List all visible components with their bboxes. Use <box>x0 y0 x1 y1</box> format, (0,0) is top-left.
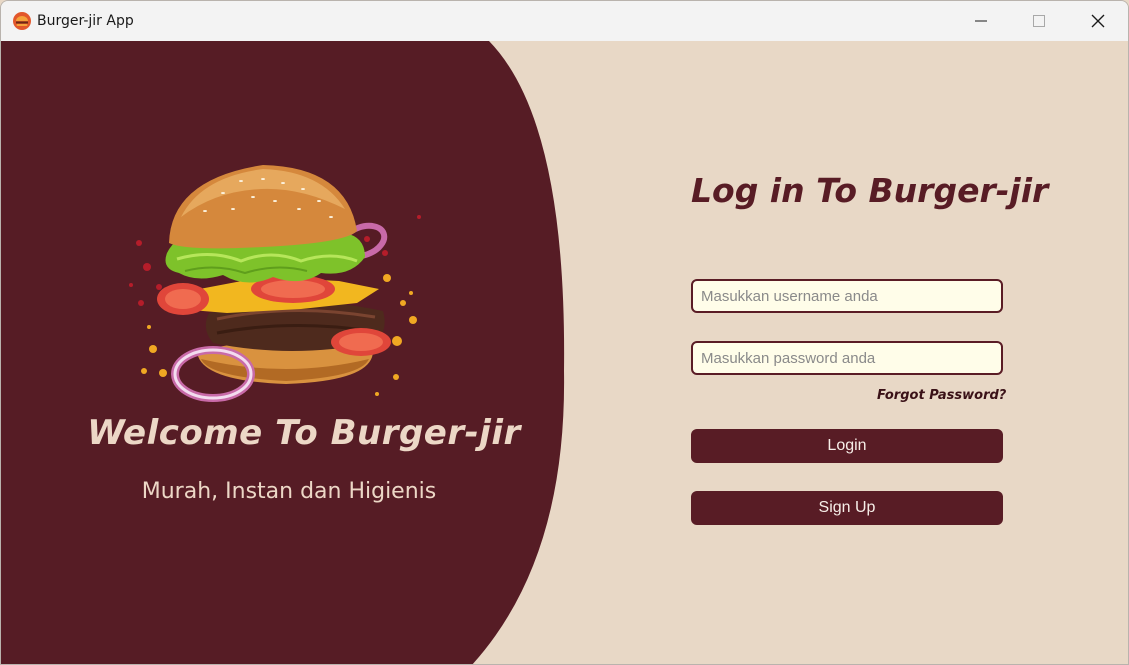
hero-subtitle: Murah, Instan dan Higienis <box>141 479 437 504</box>
window-title: Burger-jir App <box>37 13 134 29</box>
login-title: Log in To Burger-jir <box>691 171 1049 210</box>
login-button[interactable]: Login <box>691 429 1003 463</box>
maximize-button[interactable] <box>1010 1 1068 41</box>
signup-button-label: Sign Up <box>818 499 876 516</box>
login-button-label: Login <box>827 437 867 454</box>
username-input[interactable] <box>691 279 1003 313</box>
hero-title: Welcome To Burger-jir <box>87 413 521 453</box>
close-button[interactable] <box>1069 1 1127 41</box>
password-input[interactable] <box>691 341 1003 375</box>
app-window: Burger-jir App Welcome To Burger-jir Mur… <box>0 0 1129 665</box>
close-icon <box>1091 14 1105 28</box>
burger-logo-icon <box>13 12 31 30</box>
minimize-button[interactable] <box>952 1 1010 41</box>
signup-button[interactable]: Sign Up <box>691 491 1003 525</box>
title-bar[interactable]: Burger-jir App <box>1 1 1128 41</box>
forgot-password-link[interactable]: Forgot Password? <box>877 388 1006 403</box>
minimize-icon <box>975 20 987 22</box>
maximize-icon <box>1033 15 1045 27</box>
